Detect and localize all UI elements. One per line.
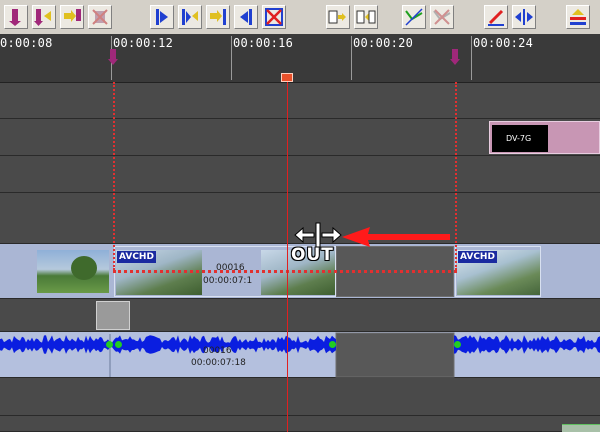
split-icon [240,9,252,25]
track-title[interactable]: DV-7G [0,119,600,156]
go-to-in-button[interactable] [150,5,174,29]
track-empty[interactable] [0,378,600,416]
remove-button[interactable] [262,5,286,29]
timecode-label: 0:00:08 [0,36,53,50]
avchd-badge: AVCHD [458,251,497,263]
timecode-label: 00:00:12 [113,36,174,50]
insert-clip-button[interactable] [354,5,378,29]
in-point-guide [113,82,115,270]
go-to-in-out-button[interactable] [178,5,202,29]
video-clip-time: 00:00:07:1 [203,276,253,286]
playhead-handle[interactable] [281,73,293,82]
out-point-guide [455,82,457,270]
timecode-label: 00:00:20 [353,36,414,50]
clear-in-out-button[interactable] [88,5,112,29]
time-ruler[interactable]: 0:00:08 00:00:12 00:00:16 00:00:20 00:00… [0,34,600,114]
drag-direction-arrow [342,227,450,247]
in-out-range [113,270,457,273]
replace-clip-icon [328,10,346,24]
rubber-band-button[interactable] [402,5,426,29]
remove-icon [265,8,283,26]
title-clip-label: DV-7G [506,134,532,143]
title-clip[interactable]: DV-7G [489,121,600,154]
rubber-band-off-icon [433,9,451,25]
set-in-button[interactable] [4,5,28,29]
lift-button[interactable] [566,5,590,29]
volume-keyframe[interactable] [115,341,122,348]
track-empty[interactable] [0,156,600,193]
rubber-band-off-button[interactable] [430,5,454,29]
track-transition[interactable] [0,299,600,332]
audio-clip-name: 00016 [203,346,232,356]
go-to-out-icon [210,9,226,25]
audio-clip-time: 00:00:07:18 [191,358,246,368]
timecode-label: 00:00:24 [473,36,534,50]
volume-keyframe[interactable] [106,341,113,348]
audio-waveform [0,332,600,378]
transition-clip[interactable] [96,301,130,330]
track-audio[interactable]: 00016 00:00:07:18 [0,332,600,378]
insert-clip-icon [356,10,376,24]
timeline-window: 0:00:08 00:00:12 00:00:16 00:00:20 00:00… [0,0,600,432]
edit-marker-icon [488,9,504,26]
video-clip[interactable]: AVCHD [455,246,541,297]
bgm-clip[interactable] [562,424,600,432]
set-in-out-icon [34,9,51,26]
go-to-out-button[interactable] [206,5,230,29]
rubber-band-icon [405,8,423,26]
timeline-toolbar [0,0,600,35]
set-out-button[interactable] [60,5,84,29]
expand-icon [515,9,533,25]
video-thumbnail [37,250,109,293]
timecode-label: 00:00:16 [233,36,294,50]
clear-in-out-icon [92,9,108,25]
ruler-major-tick [471,36,472,80]
split-button[interactable] [234,5,258,29]
volume-keyframe[interactable] [329,341,336,348]
expand-button[interactable] [512,5,536,29]
go-to-in-out-icon [182,9,198,25]
set-in-icon [9,9,21,26]
ruler-major-tick [231,36,232,80]
set-out-icon [64,9,81,22]
go-to-in-icon [156,9,168,25]
ruler-major-tick [351,36,352,80]
volume-keyframe[interactable] [454,341,461,348]
lift-icon [570,9,586,25]
trim-out-label: OUT [291,245,334,265]
set-in-out-button[interactable] [32,5,56,29]
playhead-line[interactable] [287,77,288,432]
track-empty[interactable] [0,416,600,432]
avchd-badge: AVCHD [117,251,156,263]
in-point-marker-icon[interactable] [108,49,118,65]
out-point-marker-icon[interactable] [450,49,460,65]
replace-clip-button[interactable] [326,5,350,29]
track-empty[interactable] [0,83,600,119]
edit-marker-button[interactable] [484,5,508,29]
